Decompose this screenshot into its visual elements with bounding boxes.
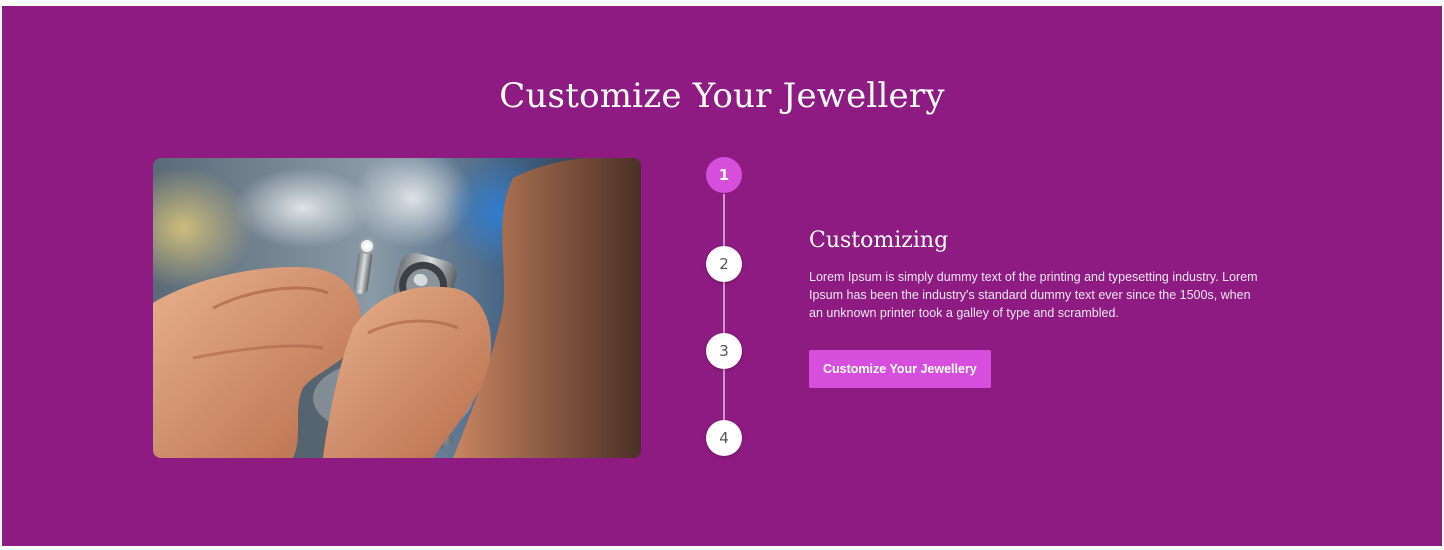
step-4-number: 4 [719, 429, 729, 447]
jeweller-photo [153, 158, 641, 458]
steps-connector-line [723, 194, 725, 440]
step-2-number: 2 [719, 255, 729, 273]
step-2-button[interactable]: 2 [706, 246, 742, 282]
step-1-number: 1 [718, 166, 730, 184]
customize-jewellery-button[interactable]: Customize Your Jewellery [809, 350, 991, 388]
customize-section: Customize Your Jewellery 1 2 3 4 Customi… [2, 6, 1442, 546]
step-1-button[interactable]: 1 [706, 157, 742, 193]
step-content: Customizing Lorem Ipsum is simply dummy … [809, 226, 1269, 388]
step-3-number: 3 [719, 342, 729, 360]
section-title: Customize Your Jewellery [499, 76, 945, 116]
step-heading: Customizing [809, 228, 949, 253]
step-4-button[interactable]: 4 [706, 420, 742, 456]
step-3-button[interactable]: 3 [706, 333, 742, 369]
step-description: Lorem Ipsum is simply dummy text of the … [809, 270, 1258, 320]
